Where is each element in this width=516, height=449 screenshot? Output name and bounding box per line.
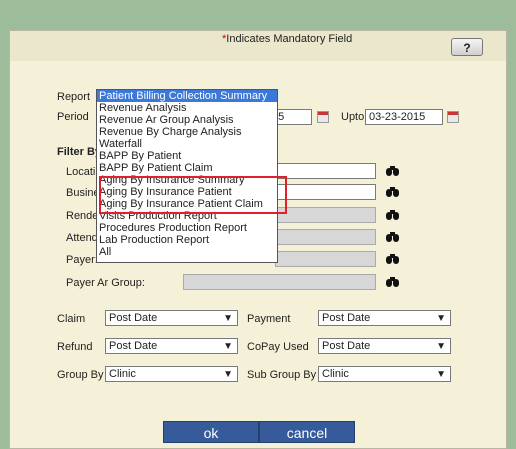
payer-ar-group-input[interactable] bbox=[183, 274, 376, 290]
report-option[interactable]: Procedures Production Report bbox=[97, 222, 277, 234]
report-option[interactable]: Revenue Analysis bbox=[97, 102, 277, 114]
rendering-label: Rende bbox=[66, 210, 99, 222]
claim-select-value: Post Date bbox=[109, 312, 158, 324]
period-label: Period bbox=[57, 111, 89, 123]
copay-used-label: CoPay Used bbox=[247, 341, 309, 353]
chevron-down-icon: ▼ bbox=[223, 369, 233, 380]
payer-label: Payer: bbox=[66, 254, 98, 266]
calendar-icon[interactable] bbox=[317, 111, 329, 123]
report-label: Report bbox=[57, 91, 91, 103]
payer-input[interactable] bbox=[275, 251, 376, 267]
business-input[interactable] bbox=[275, 184, 376, 200]
filter-by-heading: Filter By bbox=[57, 146, 102, 158]
report-option[interactable]: BAPP By Patient Claim bbox=[97, 162, 277, 174]
attending-input[interactable] bbox=[275, 229, 376, 245]
rendering-input[interactable] bbox=[275, 207, 376, 223]
mandatory-note: *Indicates Mandatory Field bbox=[222, 33, 352, 45]
group-by-select-value: Clinic bbox=[109, 368, 136, 380]
business-label: Busine bbox=[66, 187, 100, 199]
group-by-label: Group By bbox=[57, 369, 104, 381]
calendar-icon[interactable] bbox=[447, 111, 459, 123]
location-input[interactable] bbox=[275, 163, 376, 179]
location-label: Locati bbox=[66, 166, 96, 178]
sub-group-by-label: Sub Group By bbox=[247, 369, 317, 381]
payment-label: Payment bbox=[247, 313, 291, 325]
report-option[interactable]: BAPP By Patient bbox=[97, 150, 277, 162]
copay-used-select-value: Post Date bbox=[322, 340, 371, 352]
report-option[interactable]: Lab Production Report bbox=[97, 234, 277, 246]
report-option[interactable]: Revenue Ar Group Analysis bbox=[97, 114, 277, 126]
binoculars-icon[interactable] bbox=[386, 253, 400, 265]
report-option[interactable]: Waterfall bbox=[97, 138, 277, 150]
report-option[interactable]: All bbox=[97, 246, 277, 258]
ok-button[interactable]: ok bbox=[163, 421, 259, 443]
report-dialog: *Indicates Mandatory Field ? Report Peri… bbox=[9, 30, 507, 449]
binoculars-icon[interactable] bbox=[386, 186, 400, 198]
window-top-bar bbox=[0, 0, 516, 30]
mandatory-text: Indicates Mandatory Field bbox=[226, 33, 353, 45]
copay-used-select[interactable]: Post Date ▼ bbox=[318, 338, 451, 354]
attending-label: Attend bbox=[66, 232, 98, 244]
payer-ar-group-label: Payer Ar Group: bbox=[66, 277, 145, 289]
dialog-header: *Indicates Mandatory Field ? bbox=[10, 31, 506, 61]
highlight-box bbox=[99, 176, 287, 214]
group-by-select[interactable]: Clinic ▼ bbox=[105, 366, 238, 382]
refund-label: Refund bbox=[57, 341, 93, 353]
chevron-down-icon: ▼ bbox=[436, 341, 446, 352]
help-button[interactable]: ? bbox=[451, 38, 483, 56]
chevron-down-icon: ▼ bbox=[436, 313, 446, 324]
binoculars-icon[interactable] bbox=[386, 209, 400, 221]
upto-input[interactable]: 03-23-2015 bbox=[365, 109, 443, 125]
report-option[interactable]: Patient Billing Collection Summary bbox=[97, 90, 277, 102]
report-option[interactable]: Revenue By Charge Analysis bbox=[97, 126, 277, 138]
binoculars-icon[interactable] bbox=[386, 231, 400, 243]
binoculars-icon[interactable] bbox=[386, 165, 400, 177]
sub-group-by-select[interactable]: Clinic ▼ bbox=[318, 366, 451, 382]
cancel-button[interactable]: cancel bbox=[259, 421, 355, 443]
claim-label: Claim bbox=[57, 313, 86, 325]
binoculars-icon[interactable] bbox=[386, 276, 400, 288]
refund-select[interactable]: Post Date ▼ bbox=[105, 338, 238, 354]
chevron-down-icon: ▼ bbox=[223, 313, 233, 324]
chevron-down-icon: ▼ bbox=[436, 369, 446, 380]
refund-select-value: Post Date bbox=[109, 340, 158, 352]
claim-select[interactable]: Post Date ▼ bbox=[105, 310, 238, 326]
upto-label: Upto bbox=[341, 111, 365, 123]
payment-select[interactable]: Post Date ▼ bbox=[318, 310, 451, 326]
payment-select-value: Post Date bbox=[322, 312, 371, 324]
chevron-down-icon: ▼ bbox=[223, 341, 233, 352]
sub-group-by-select-value: Clinic bbox=[322, 368, 349, 380]
